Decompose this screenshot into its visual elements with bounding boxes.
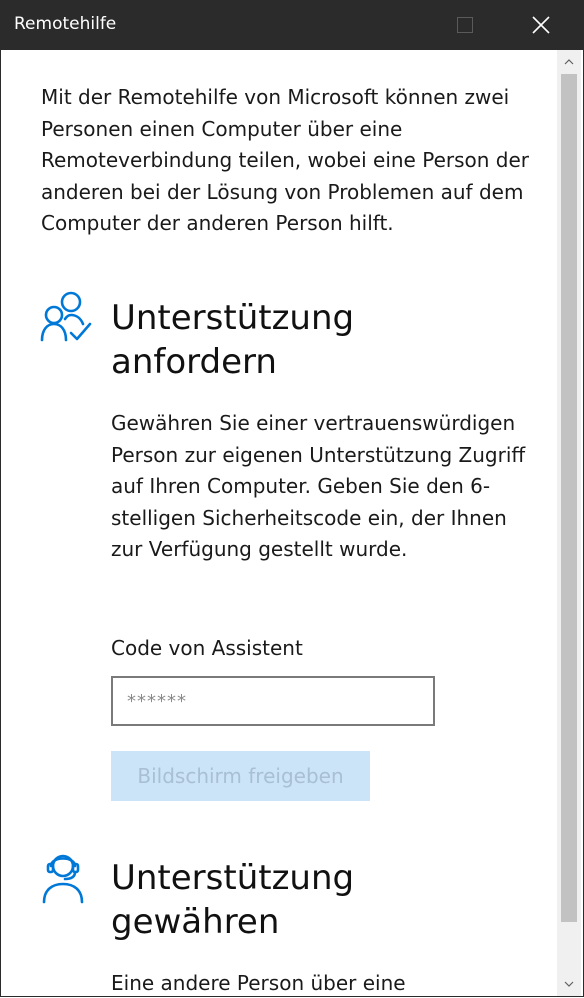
maximize-button[interactable] <box>427 0 503 50</box>
close-icon <box>532 16 550 34</box>
scrollbar-thumb[interactable] <box>561 74 577 922</box>
close-button[interactable] <box>503 0 579 50</box>
security-code-input[interactable] <box>111 676 435 726</box>
request-support-description: Gewähren Sie einer vertrauenswürdigen Pe… <box>111 411 526 562</box>
title-bar[interactable]: Remotehilfe <box>1 0 583 50</box>
share-screen-button[interactable]: Bildschirm freigeben <box>111 751 370 801</box>
code-label: Code von Assistent <box>111 636 303 660</box>
remote-help-window: Remotehilfe Mit der Remotehilfe von Micr… <box>0 0 584 997</box>
window-title: Remotehilfe <box>14 14 117 34</box>
people-check-icon <box>39 288 95 344</box>
headset-person-icon <box>39 850 95 906</box>
main-content[interactable]: Mit der Remotehilfe von Microsoft können… <box>1 50 557 996</box>
give-support-description: Eine andere Person über eine <box>111 971 406 995</box>
scroll-down-button[interactable] <box>557 972 581 996</box>
give-support-title: Unterstützung gewähren <box>111 858 355 942</box>
chevron-up-icon <box>564 59 574 65</box>
minimize-button[interactable] <box>321 0 397 50</box>
intro-text: Mit der Remotehilfe von Microsoft können… <box>41 85 530 235</box>
scroll-up-button[interactable] <box>557 50 581 74</box>
maximize-icon <box>457 17 473 33</box>
minimize-icon <box>353 24 365 26</box>
vertical-scrollbar[interactable] <box>557 50 581 996</box>
request-support-title: Unterstützung anfordern <box>111 298 355 382</box>
chevron-down-icon <box>564 981 574 987</box>
